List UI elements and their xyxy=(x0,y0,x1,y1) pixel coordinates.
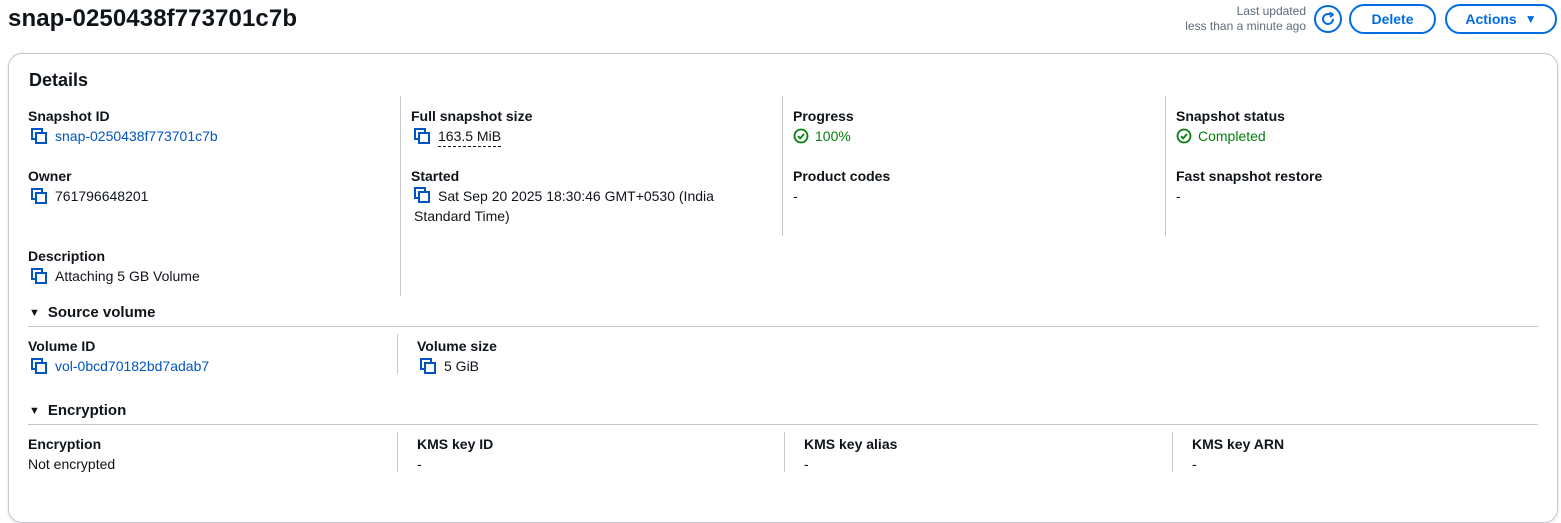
encryption-toggle[interactable]: ▼ Encryption xyxy=(29,402,126,419)
copy-icon[interactable] xyxy=(414,187,430,203)
source-volume-title: Source volume xyxy=(47,304,156,321)
refresh-button[interactable] xyxy=(1314,4,1342,33)
copy-icon[interactable] xyxy=(420,358,436,374)
column-divider xyxy=(397,334,398,374)
actions-button[interactable]: Actions ▼ xyxy=(1445,3,1557,34)
column-divider xyxy=(1165,96,1166,236)
check-circle-icon xyxy=(793,128,809,144)
kms-arn-label: KMS key ARN xyxy=(1192,436,1285,452)
kms-alias-value: - xyxy=(804,456,809,472)
progress-value: 100% xyxy=(793,126,851,146)
status-value: Completed xyxy=(1176,126,1266,146)
section-divider xyxy=(28,326,1538,327)
encryption-value: Not encrypted xyxy=(28,456,116,472)
refresh-icon xyxy=(1322,11,1335,25)
check-circle-icon xyxy=(1176,128,1192,144)
started-label: Started xyxy=(411,168,460,184)
page-title: snap-0250438f773701c7b xyxy=(8,5,298,32)
owner-label: Owner xyxy=(28,168,72,184)
product-codes-label: Product codes xyxy=(793,168,891,184)
kms-id-label: KMS key ID xyxy=(417,436,494,452)
column-divider xyxy=(784,432,785,472)
encryption-title: Encryption xyxy=(47,402,127,419)
caret-down-icon: ▼ xyxy=(29,404,40,417)
description-value: Attaching 5 GB Volume xyxy=(31,266,200,286)
description-label: Description xyxy=(28,248,106,264)
description-text: Attaching 5 GB Volume xyxy=(55,268,200,284)
copy-icon[interactable] xyxy=(414,128,430,144)
snapshot-id-value: snap-0250438f773701c7b xyxy=(31,126,218,146)
copy-icon[interactable] xyxy=(31,128,47,144)
section-divider xyxy=(28,424,1538,425)
encryption-label: Encryption xyxy=(28,436,102,452)
owner-text: 761796648201 xyxy=(55,188,149,204)
volume-size-text: 5 GiB xyxy=(444,358,480,374)
snapshot-id-link[interactable]: snap-0250438f773701c7b xyxy=(55,126,218,146)
header-actions: Last updated less than a minute ago Dele… xyxy=(1185,3,1557,34)
product-codes-value: - xyxy=(793,188,798,204)
copy-icon[interactable] xyxy=(31,358,47,374)
volume-id-label: Volume ID xyxy=(28,338,96,354)
volume-id-link[interactable]: vol-0bcd70182bd7adab7 xyxy=(55,356,209,376)
kms-id-value: - xyxy=(417,456,422,472)
details-title: Details xyxy=(29,70,89,90)
full-size-label: Full snapshot size xyxy=(411,108,533,124)
status-text: Completed xyxy=(1198,128,1266,144)
last-updated: Last updated less than a minute ago xyxy=(1185,4,1306,34)
caret-down-icon: ▼ xyxy=(29,306,40,319)
column-divider xyxy=(782,96,783,236)
volume-size-value: 5 GiB xyxy=(420,356,479,376)
actions-button-label: Actions xyxy=(1465,10,1517,27)
fast-restore-label: Fast snapshot restore xyxy=(1176,168,1323,184)
column-divider xyxy=(1172,432,1173,472)
volume-id-value: vol-0bcd70182bd7adab7 xyxy=(31,356,209,376)
column-divider xyxy=(397,432,398,472)
copy-icon[interactable] xyxy=(31,188,47,204)
details-container: Details Snapshot ID snap-0250438f773701c… xyxy=(8,53,1558,523)
source-volume-toggle[interactable]: ▼ Source volume xyxy=(29,304,155,321)
caret-down-icon: ▼ xyxy=(1524,11,1537,26)
snapshot-id-label: Snapshot ID xyxy=(28,108,110,124)
owner-value: 761796648201 xyxy=(31,186,148,206)
kms-alias-label: KMS key alias xyxy=(804,436,898,452)
delete-button-label: Delete xyxy=(1371,10,1414,27)
status-label: Snapshot status xyxy=(1176,108,1285,124)
full-size-text[interactable]: 163.5 MiB xyxy=(438,126,502,147)
last-updated-value: less than a minute ago xyxy=(1185,19,1306,33)
progress-text: 100% xyxy=(815,128,851,144)
progress-label: Progress xyxy=(793,108,854,124)
started-text: Sat Sep 20 2025 18:30:46 GMT+0530 (India… xyxy=(414,188,714,224)
last-updated-label: Last updated xyxy=(1236,4,1306,18)
full-size-value: 163.5 MiB xyxy=(414,126,502,147)
delete-button[interactable]: Delete xyxy=(1349,3,1436,34)
started-value: Sat Sep 20 2025 18:30:46 GMT+0530 (India… xyxy=(414,186,734,226)
copy-icon[interactable] xyxy=(31,268,47,284)
fast-restore-value: - xyxy=(1176,188,1181,204)
kms-arn-value: - xyxy=(1192,456,1197,472)
column-divider xyxy=(400,96,401,296)
volume-size-label: Volume size xyxy=(417,338,497,354)
